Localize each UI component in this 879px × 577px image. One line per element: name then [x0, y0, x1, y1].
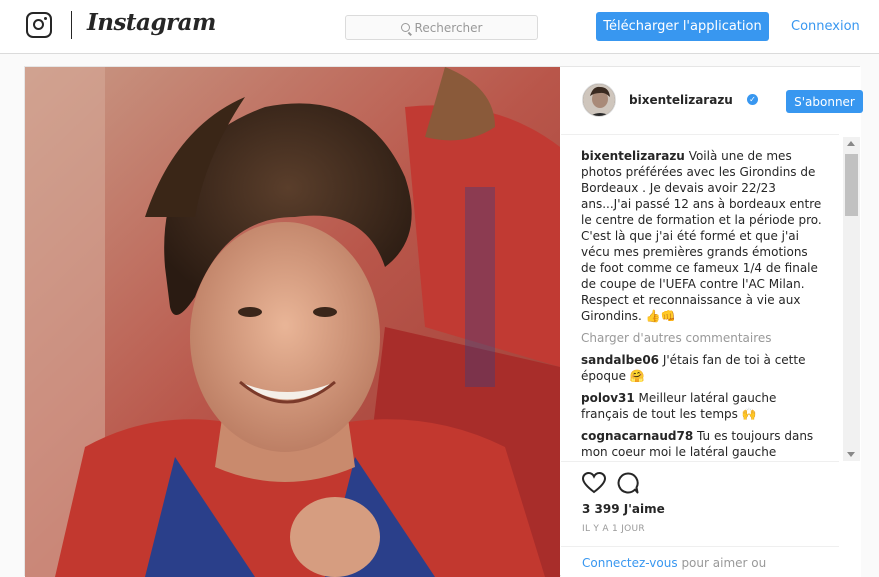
comments-scrollbar[interactable] [843, 137, 860, 461]
load-more-comments[interactable]: Charger d'autres commentaires [581, 330, 823, 346]
download-app-button[interactable]: Télécharger l'application [596, 12, 769, 41]
comment-item: sandalbe06 J'étais fan de toi à cette ép… [581, 352, 823, 384]
instagram-wordmark[interactable]: Instagram [87, 9, 216, 36]
comment-item: cognacarnaud78 Tu es toujours dans mon c… [581, 428, 823, 462]
login-prompt-link[interactable]: Connectez-vous [582, 556, 678, 570]
post-timestamp: IL Y A 1 JOUR [582, 524, 645, 534]
login-prompt-text: pour aimer ou [681, 556, 767, 570]
login-prompt: Connectez-vous pour aimer ou [561, 546, 839, 570]
post-sidebar: bixentelizarazu ✓ S'abonner bixentelizar… [561, 67, 863, 577]
photo-illustration [25, 67, 560, 577]
caption-username[interactable]: bixentelizarazu [581, 149, 685, 163]
avatar-image [583, 84, 615, 116]
comment-username[interactable]: sandalbe06 [581, 353, 659, 367]
post-username[interactable]: bixentelizarazu [629, 93, 733, 107]
follow-button[interactable]: S'abonner [786, 90, 863, 113]
comments-list: bixentelizarazu Voilà une de mes photos … [581, 148, 823, 462]
caption-text: Voilà une de mes photos préférées avec l… [581, 149, 822, 323]
comment-username[interactable]: cognacarnaud78 [581, 429, 693, 443]
search-icon [400, 23, 410, 32]
login-link[interactable]: Connexion [791, 19, 860, 34]
comment-item: polov31 Meilleur latéral gauche français… [581, 390, 823, 422]
post-header: bixentelizarazu ✓ S'abonner [561, 67, 863, 135]
search-input[interactable]: Rechercher [345, 15, 538, 40]
comment-icon[interactable] [617, 472, 639, 494]
likes-count[interactable]: 3 399 J'aime [582, 502, 665, 516]
scroll-down-arrow-icon[interactable] [847, 452, 855, 457]
post-caption: bixentelizarazu Voilà une de mes photos … [581, 148, 823, 324]
search-placeholder: Rechercher [414, 20, 483, 35]
scroll-up-arrow-icon[interactable] [847, 141, 855, 146]
heart-icon[interactable] [582, 472, 606, 494]
post-actions: 3 399 J'aime IL Y A 1 JOUR Connectez-vou… [561, 461, 839, 577]
post-card: bixentelizarazu ✓ S'abonner bixentelizar… [24, 66, 863, 577]
instagram-logo-icon[interactable] [26, 12, 52, 38]
verified-badge-icon: ✓ [747, 94, 758, 105]
post-photo[interactable] [25, 67, 560, 577]
avatar[interactable] [582, 83, 616, 117]
scrollbar-thumb[interactable] [845, 154, 858, 216]
logo-divider [71, 11, 72, 39]
top-navigation: Instagram Rechercher Télécharger l'appli… [0, 0, 879, 54]
comment-username[interactable]: polov31 [581, 391, 635, 405]
